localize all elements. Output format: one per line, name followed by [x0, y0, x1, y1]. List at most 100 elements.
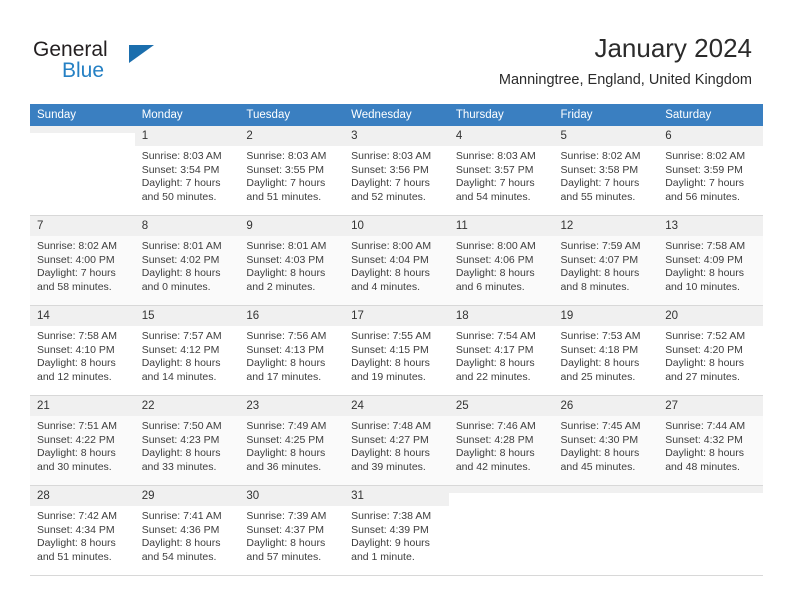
- day-cell[interactable]: 26 Sunrise: 7:45 AM Sunset: 4:30 PM Dayl…: [553, 395, 659, 486]
- weekday-header-saturday: Saturday: [658, 104, 763, 126]
- day-number: 1: [134, 126, 240, 146]
- daylight-text-line1: Daylight: 8 hours: [246, 357, 326, 370]
- day-info: Sunrise: 8:02 AM Sunset: 4:00 PM Dayligh…: [30, 236, 135, 294]
- sunrise-text: Sunrise: 7:57 AM: [141, 330, 222, 342]
- day-cell[interactable]: 4 Sunrise: 8:03 AM Sunset: 3:57 PM Dayli…: [448, 126, 554, 216]
- daylight-text-line1: Daylight: 7 hours: [141, 177, 221, 190]
- day-cell[interactable]: 11 Sunrise: 8:00 AM Sunset: 4:06 PM Dayl…: [448, 215, 554, 306]
- day-number: [448, 486, 554, 493]
- sunrise-text: Sunrise: 7:42 AM: [37, 510, 117, 522]
- day-info: Sunrise: 7:41 AM Sunset: 4:36 PM Dayligh…: [135, 506, 240, 564]
- day-cell[interactable]: 9 Sunrise: 8:01 AM Sunset: 4:03 PM Dayli…: [239, 215, 345, 306]
- day-cell[interactable]: 5 Sunrise: 8:02 AM Sunset: 3:58 PM Dayli…: [553, 126, 659, 216]
- daylight-text-line2: and 22 minutes.: [455, 370, 531, 383]
- sunset-text: Sunset: 4:25 PM: [246, 433, 325, 446]
- day-cell[interactable]: 20 Sunrise: 7:52 AM Sunset: 4:20 PM Dayl…: [658, 305, 763, 396]
- sunrise-text: Sunrise: 7:45 AM: [560, 420, 641, 432]
- daylight-text-line1: Daylight: 8 hours: [246, 537, 326, 550]
- daylight-text-line2: and 10 minutes.: [665, 280, 740, 293]
- day-cell[interactable]: 8 Sunrise: 8:01 AM Sunset: 4:02 PM Dayli…: [134, 215, 240, 306]
- calendar-table: Sunday Monday Tuesday Wednesday Thursday…: [30, 104, 763, 576]
- day-info: Sunrise: 7:38 AM Sunset: 4:39 PM Dayligh…: [344, 506, 449, 564]
- daylight-text-line2: and 1 minute.: [351, 550, 415, 563]
- day-cell[interactable]: 7 Sunrise: 8:02 AM Sunset: 4:00 PM Dayli…: [30, 215, 135, 306]
- day-number: 30: [239, 486, 345, 506]
- day-number: 13: [658, 216, 763, 236]
- day-info: Sunrise: 8:01 AM Sunset: 4:02 PM Dayligh…: [135, 236, 240, 294]
- sunrise-text: Sunrise: 7:39 AM: [246, 510, 327, 522]
- day-info: Sunrise: 8:01 AM Sunset: 4:03 PM Dayligh…: [239, 236, 344, 294]
- daylight-text-line2: and 57 minutes.: [246, 550, 322, 563]
- daylight-text-line1: Daylight: 8 hours: [37, 447, 116, 460]
- page-header: General Blue January 2024 Manningtree, E…: [0, 0, 792, 104]
- day-cell-empty: [448, 485, 554, 576]
- day-cell[interactable]: 23 Sunrise: 7:49 AM Sunset: 4:25 PM Dayl…: [239, 395, 345, 486]
- sunrise-text: Sunrise: 8:00 AM: [351, 240, 432, 252]
- day-number: 15: [134, 306, 240, 326]
- daylight-text-line2: and 54 minutes.: [141, 550, 217, 563]
- day-number: 14: [30, 306, 135, 326]
- day-info: Sunrise: 7:46 AM Sunset: 4:28 PM Dayligh…: [449, 416, 554, 474]
- daylight-text-line2: and 0 minutes.: [141, 280, 211, 293]
- daylight-text-line2: and 25 minutes.: [560, 370, 636, 383]
- day-cell[interactable]: 6 Sunrise: 8:02 AM Sunset: 3:59 PM Dayli…: [658, 126, 763, 216]
- day-info: Sunrise: 7:51 AM Sunset: 4:22 PM Dayligh…: [30, 416, 135, 474]
- sunrise-text: Sunrise: 7:50 AM: [141, 420, 222, 432]
- day-cell[interactable]: 25 Sunrise: 7:46 AM Sunset: 4:28 PM Dayl…: [448, 395, 554, 486]
- day-cell[interactable]: 29 Sunrise: 7:41 AM Sunset: 4:36 PM Dayl…: [134, 485, 240, 576]
- day-cell[interactable]: 18 Sunrise: 7:54 AM Sunset: 4:17 PM Dayl…: [448, 305, 554, 396]
- day-cell[interactable]: 16 Sunrise: 7:56 AM Sunset: 4:13 PM Dayl…: [239, 305, 345, 396]
- day-number: 22: [134, 396, 240, 416]
- day-info: Sunrise: 7:39 AM Sunset: 4:37 PM Dayligh…: [239, 506, 344, 564]
- day-number: 29: [134, 486, 240, 506]
- day-cell[interactable]: 17 Sunrise: 7:55 AM Sunset: 4:15 PM Dayl…: [344, 305, 449, 396]
- daylight-text-line1: Daylight: 8 hours: [37, 357, 116, 370]
- day-cell[interactable]: 15 Sunrise: 7:57 AM Sunset: 4:12 PM Dayl…: [134, 305, 240, 396]
- day-info: Sunrise: 7:55 AM Sunset: 4:15 PM Dayligh…: [344, 326, 449, 384]
- day-cell[interactable]: 28 Sunrise: 7:42 AM Sunset: 4:34 PM Dayl…: [30, 485, 135, 576]
- sunrise-text: Sunrise: 8:03 AM: [455, 150, 536, 162]
- sunrise-text: Sunrise: 7:44 AM: [665, 420, 746, 432]
- day-number: 24: [344, 396, 449, 416]
- day-info: Sunrise: 8:03 AM Sunset: 3:56 PM Dayligh…: [344, 146, 449, 204]
- day-number: 17: [344, 306, 449, 326]
- day-number: 12: [553, 216, 659, 236]
- sunrise-text: Sunrise: 7:58 AM: [37, 330, 117, 342]
- day-cell[interactable]: 27 Sunrise: 7:44 AM Sunset: 4:32 PM Dayl…: [658, 395, 763, 486]
- day-cell[interactable]: 12 Sunrise: 7:59 AM Sunset: 4:07 PM Dayl…: [553, 215, 659, 306]
- sunrise-text: Sunrise: 8:03 AM: [351, 150, 432, 162]
- day-cell[interactable]: 10 Sunrise: 8:00 AM Sunset: 4:04 PM Dayl…: [344, 215, 449, 306]
- sunset-text: Sunset: 4:13 PM: [246, 343, 325, 356]
- day-info: Sunrise: 7:53 AM Sunset: 4:18 PM Dayligh…: [554, 326, 659, 384]
- day-info: Sunrise: 8:03 AM Sunset: 3:55 PM Dayligh…: [239, 146, 344, 204]
- sunset-text: Sunset: 4:03 PM: [246, 253, 325, 266]
- daylight-text-line2: and 51 minutes.: [37, 550, 112, 563]
- day-cell[interactable]: 31 Sunrise: 7:38 AM Sunset: 4:39 PM Dayl…: [344, 485, 449, 576]
- sunrise-text: Sunrise: 8:03 AM: [141, 150, 222, 162]
- daylight-text-line1: Daylight: 8 hours: [665, 267, 745, 280]
- sunrise-text: Sunrise: 7:38 AM: [351, 510, 432, 522]
- day-cell[interactable]: 19 Sunrise: 7:53 AM Sunset: 4:18 PM Dayl…: [553, 305, 659, 396]
- daylight-text-line1: Daylight: 8 hours: [141, 447, 221, 460]
- sunrise-text: Sunrise: 8:01 AM: [246, 240, 327, 252]
- day-cell[interactable]: 14 Sunrise: 7:58 AM Sunset: 4:10 PM Dayl…: [30, 305, 135, 396]
- day-cell[interactable]: 13 Sunrise: 7:58 AM Sunset: 4:09 PM Dayl…: [658, 215, 763, 306]
- daylight-text-line1: Daylight: 8 hours: [560, 447, 640, 460]
- day-cell[interactable]: 24 Sunrise: 7:48 AM Sunset: 4:27 PM Dayl…: [344, 395, 449, 486]
- sunset-text: Sunset: 4:20 PM: [665, 343, 743, 356]
- day-cell[interactable]: 1 Sunrise: 8:03 AM Sunset: 3:54 PM Dayli…: [134, 126, 240, 216]
- daylight-text-line2: and 27 minutes.: [665, 370, 740, 383]
- sunset-text: Sunset: 4:06 PM: [455, 253, 534, 266]
- daylight-text-line2: and 30 minutes.: [37, 460, 112, 473]
- general-blue-logo[interactable]: General Blue: [33, 38, 183, 86]
- day-cell[interactable]: 22 Sunrise: 7:50 AM Sunset: 4:23 PM Dayl…: [134, 395, 240, 486]
- day-cell[interactable]: 2 Sunrise: 8:03 AM Sunset: 3:55 PM Dayli…: [239, 126, 345, 216]
- calendar-week-row: 7 Sunrise: 8:02 AM Sunset: 4:00 PM Dayli…: [30, 215, 763, 306]
- daylight-text-line2: and 56 minutes.: [665, 190, 740, 203]
- daylight-text-line2: and 54 minutes.: [455, 190, 531, 203]
- sunset-text: Sunset: 3:58 PM: [560, 163, 639, 176]
- day-number: 5: [553, 126, 659, 146]
- day-cell[interactable]: 3 Sunrise: 8:03 AM Sunset: 3:56 PM Dayli…: [344, 126, 449, 216]
- day-cell[interactable]: 21 Sunrise: 7:51 AM Sunset: 4:22 PM Dayl…: [30, 395, 135, 486]
- day-cell[interactable]: 30 Sunrise: 7:39 AM Sunset: 4:37 PM Dayl…: [239, 485, 345, 576]
